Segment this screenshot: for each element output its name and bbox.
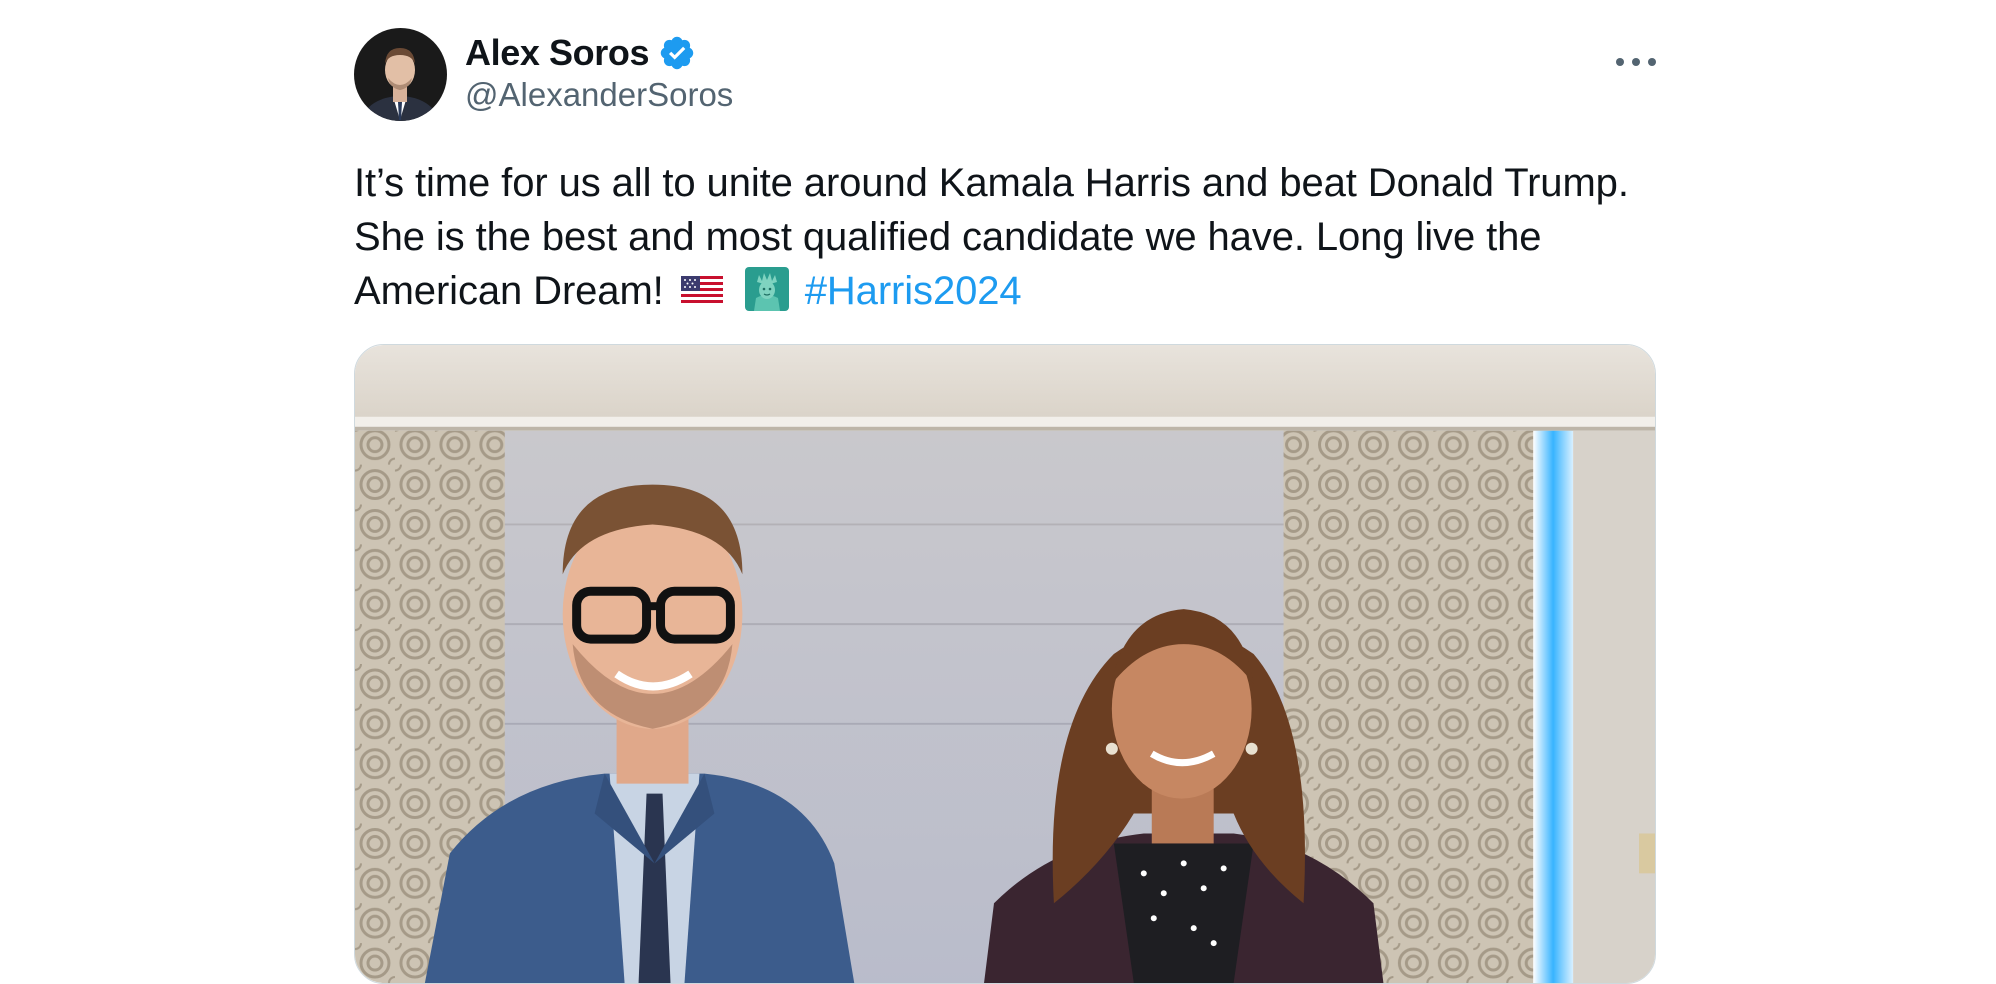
author-avatar[interactable] bbox=[354, 28, 447, 121]
us-flag-emoji bbox=[679, 266, 725, 312]
author-handle[interactable]: @AlexanderSoros bbox=[465, 76, 733, 114]
tweet-card: Alex Soros @AlexanderSoros It’s time for… bbox=[354, 28, 1656, 984]
hashtag-link[interactable]: #Harris2024 bbox=[805, 269, 1022, 313]
statue-of-liberty-emoji bbox=[744, 266, 790, 312]
verified-badge-icon bbox=[658, 34, 696, 72]
more-dot bbox=[1632, 58, 1640, 66]
author-display-name: Alex Soros bbox=[465, 32, 650, 73]
author-name-row[interactable]: Alex Soros bbox=[465, 30, 696, 76]
more-dot bbox=[1648, 58, 1656, 66]
more-dot bbox=[1616, 58, 1624, 66]
photo-image bbox=[355, 345, 1655, 983]
avatar-image bbox=[354, 28, 447, 121]
more-options-icon[interactable] bbox=[1616, 50, 1656, 74]
tweet-photo[interactable] bbox=[354, 344, 1656, 984]
tweet-text: It’s time for us all to unite around Kam… bbox=[354, 156, 1664, 318]
